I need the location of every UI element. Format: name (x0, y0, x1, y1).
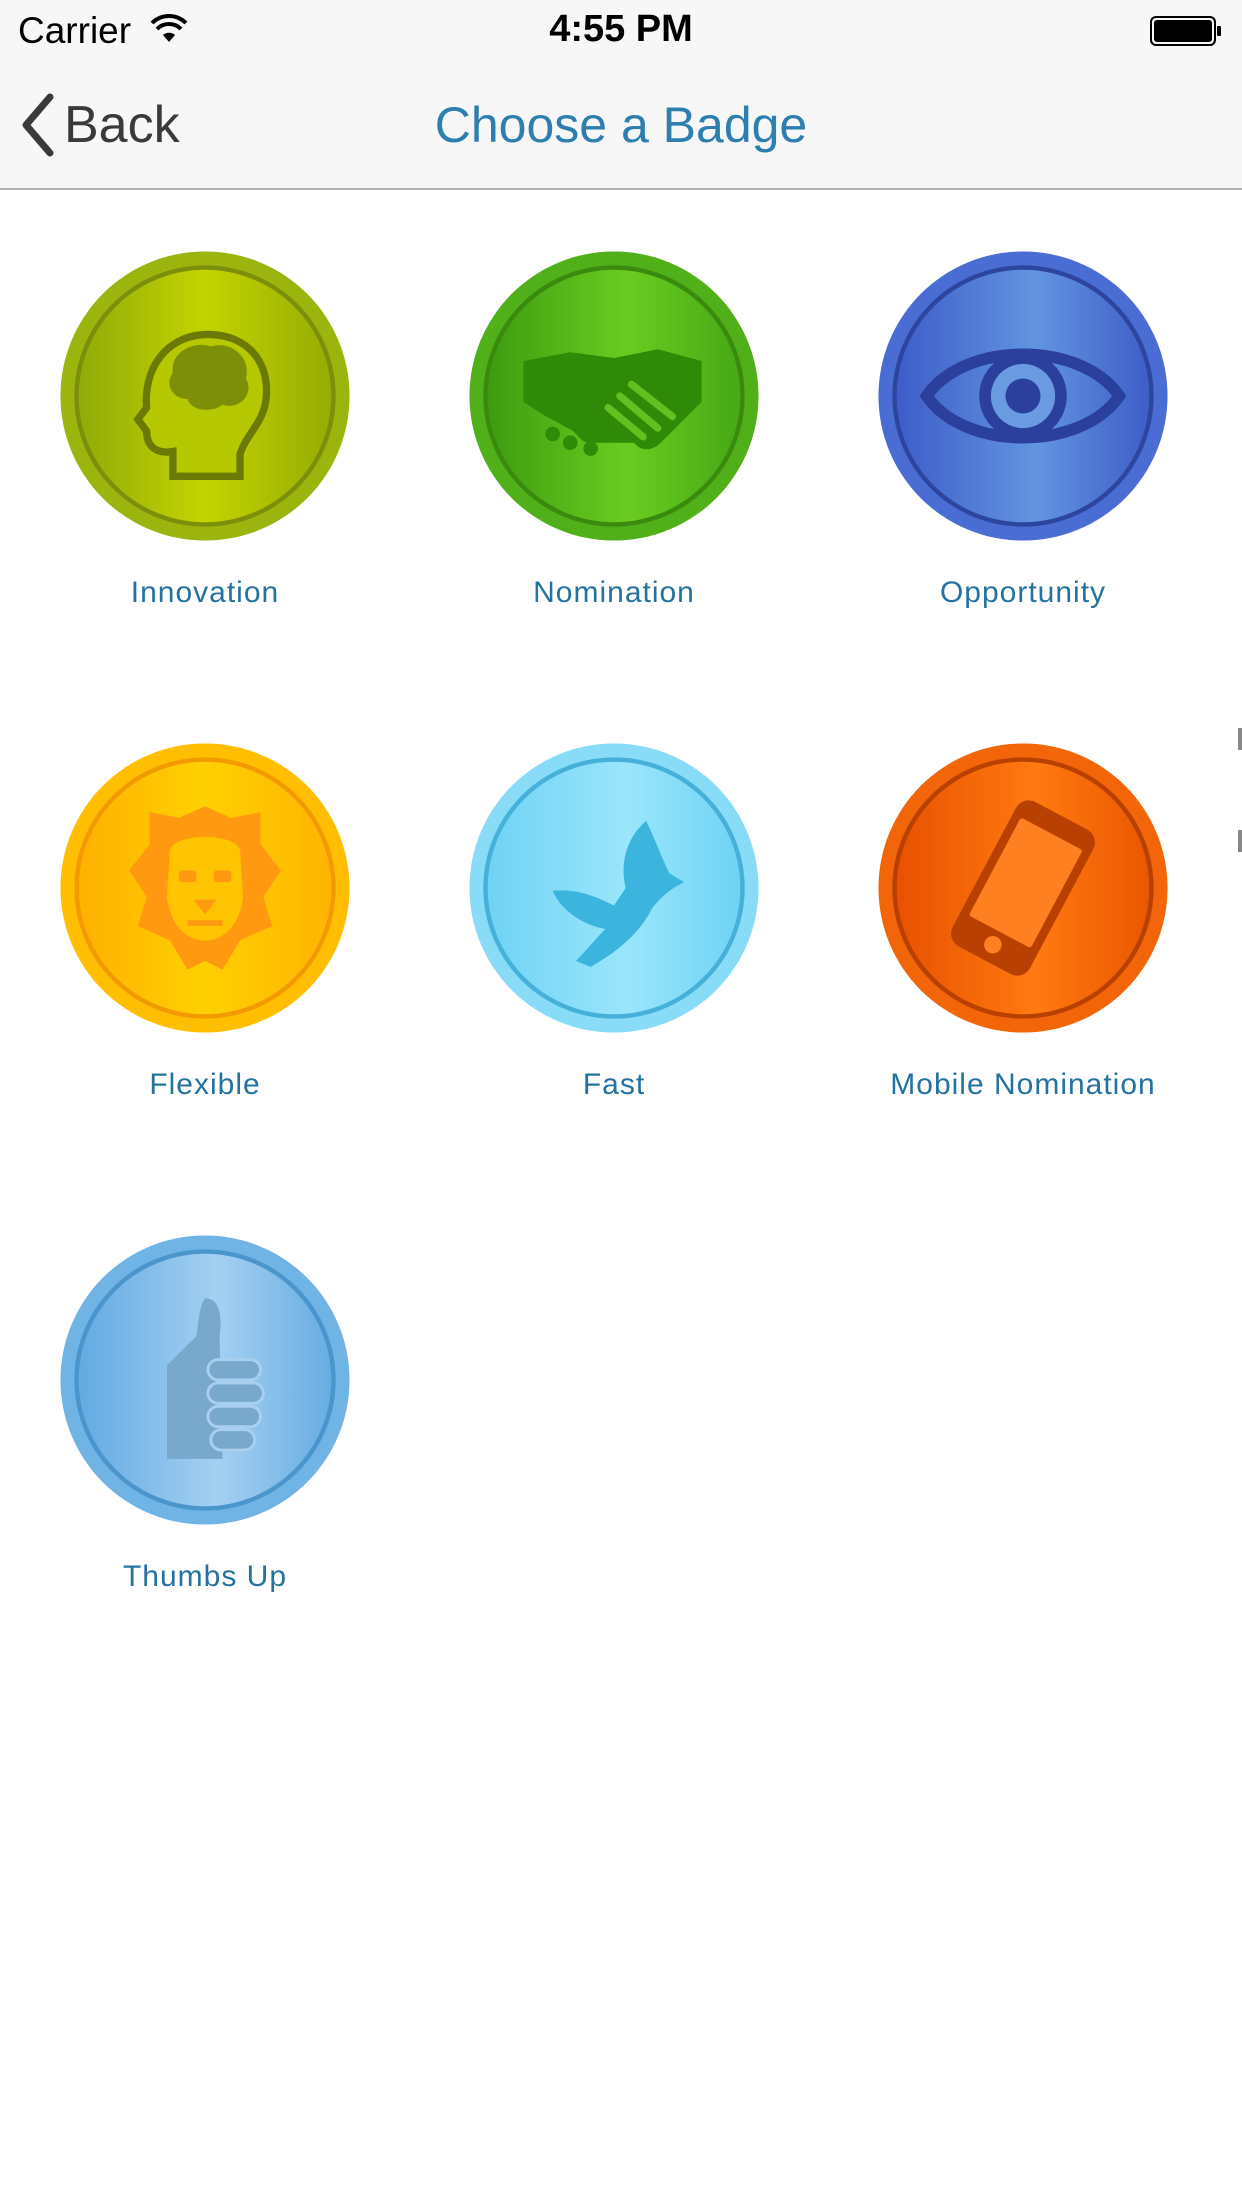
badge-label: Innovation (130, 576, 280, 609)
badge-label: Mobile Nomination (890, 1068, 1156, 1101)
badge-flexible[interactable]: Flexible (55, 742, 355, 1102)
badge-thumbs-up-circle (60, 1235, 350, 1525)
badge-mobile-nomination-circle (878, 743, 1168, 1033)
badge-label: Flexible (149, 1068, 261, 1101)
badge-fast[interactable]: Fast (464, 742, 764, 1102)
badge-fast-circle (469, 743, 759, 1033)
badge-opportunity[interactable]: Opportunity (873, 250, 1173, 610)
scroll-indicator (1238, 830, 1242, 852)
page-title: Choose a Badge (434, 97, 808, 153)
badge-innovation[interactable]: Innovation (55, 250, 355, 610)
navigation-bar: Carrier 4:55 PM Back Choose a Badge (0, 0, 1242, 190)
badge-nomination-circle (469, 251, 759, 541)
badge-label: Nomination (533, 576, 695, 609)
badge-label: Fast (582, 1068, 646, 1101)
badge-nomination[interactable]: Nomination (464, 250, 764, 610)
badge-label: Opportunity (939, 576, 1107, 609)
badge-flexible-circle (60, 743, 350, 1033)
badge-label: Thumbs Up (122, 1560, 288, 1593)
scroll-indicator (1238, 728, 1242, 750)
badge-mobile-nomination[interactable]: Mobile Nomination (873, 742, 1173, 1102)
badge-thumbs-up[interactable]: Thumbs Up (55, 1234, 355, 1594)
status-time: 4:55 PM (549, 8, 693, 50)
badge-opportunity-circle (878, 251, 1168, 541)
badge-innovation-circle (60, 251, 350, 541)
battery-icon (1150, 16, 1221, 46)
